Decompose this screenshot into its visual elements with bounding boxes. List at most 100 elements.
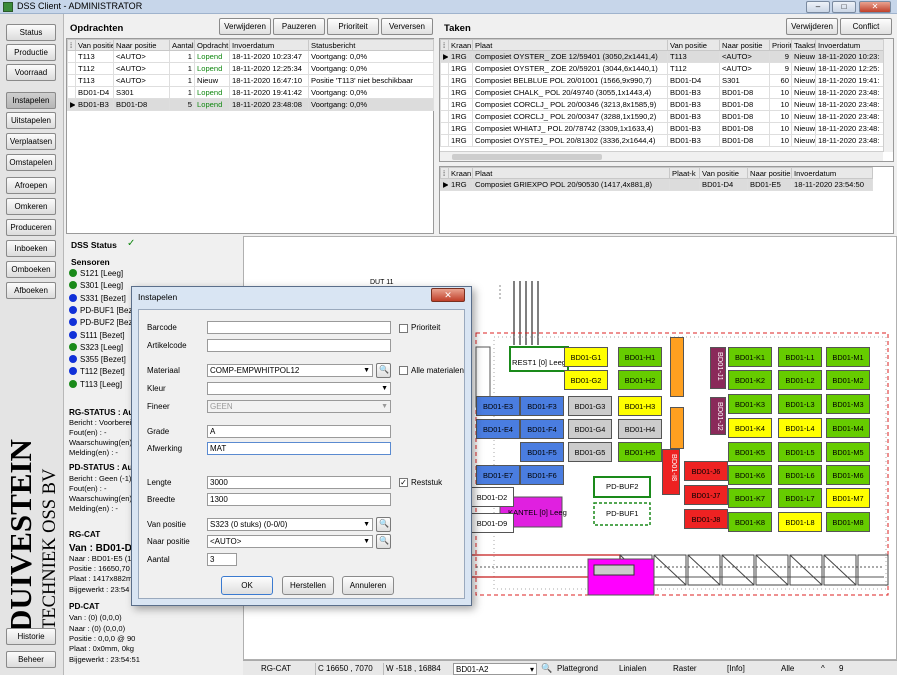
aantal-input[interactable]: 3 — [207, 553, 237, 566]
van-positie-search-button[interactable]: 🔍 — [376, 517, 391, 532]
map-bin[interactable]: BD01-H1 — [618, 347, 662, 367]
alle-toggle[interactable]: Alle — [781, 663, 794, 675]
column-header[interactable]: Plaat — [472, 167, 670, 179]
table-row-selected[interactable]: ▶ 1RG Composiet OYSTER_ ZOE 12/59401 (3050… — [440, 50, 884, 63]
column-header[interactable]: Invoerdatum — [229, 39, 309, 51]
bin-bd01-i8[interactable]: BD01-I8 — [662, 449, 680, 495]
column-header[interactable]: Kraan — [448, 167, 473, 179]
column-header[interactable]: Invoerdatum — [791, 167, 873, 179]
map-bin[interactable]: BD01-H3 — [618, 396, 662, 416]
annuleren-button[interactable]: Annuleren — [342, 576, 394, 595]
plattegrond-toggle[interactable]: Plattegrond — [557, 663, 598, 675]
map-bin[interactable]: BD01-F6 — [520, 465, 564, 485]
table-row[interactable]: 1RG Composiet CHALK_ POL 20/49740 (3055,1… — [440, 86, 884, 99]
bin-rest2b[interactable] — [670, 407, 684, 449]
map-bin[interactable]: BD01-E7 — [476, 465, 520, 485]
map-bin[interactable]: BD01-F4 — [520, 419, 564, 439]
scroll-thumb[interactable] — [452, 154, 602, 160]
table-row[interactable]: 1RG Composiet CORCLJ_ POL 20/00347 (3288,… — [440, 110, 884, 123]
column-header[interactable]: Plaat-k — [669, 167, 700, 179]
column-header[interactable]: Priorit — [769, 39, 792, 51]
bin-bd01-j1[interactable]: BD01-J1 — [710, 347, 726, 389]
column-header[interactable]: Invoerdatum — [815, 39, 884, 51]
materiaal-select[interactable]: COMP-EMPWHITPOL12 ▼ — [207, 364, 373, 377]
linialen-toggle[interactable]: Linialen — [619, 663, 647, 675]
nav-instapelen[interactable]: Instapelen — [6, 92, 56, 109]
naar-positie-select[interactable]: <AUTO> ▼ — [207, 535, 373, 548]
table-row[interactable]: T113 <AUTO> 1 Lopend 18-11-2020 10:23:47 Voor… — [67, 50, 434, 63]
materiaal-search-button[interactable]: 🔍 — [376, 363, 391, 378]
table-row[interactable]: 1RG Composiet BELBLUE POL 20/01001 (1566,… — [440, 74, 884, 87]
map-bin[interactable]: BD01-K2 — [728, 370, 772, 390]
column-header[interactable]: Statusbericht — [308, 39, 434, 51]
column-header[interactable]: Taakst — [791, 39, 816, 51]
info-toggle[interactable]: [Info] — [727, 663, 745, 675]
taken-horizontal-scrollbar[interactable] — [440, 151, 883, 161]
taken-grid[interactable]: ⁞ Kraan Plaat Van positie Naar positie Prior… — [439, 38, 894, 162]
minimize-button[interactable]: – — [806, 1, 830, 13]
kleur-select[interactable]: ▼ — [207, 382, 391, 395]
nav-voorraad[interactable]: Voorraad — [6, 64, 56, 81]
map-bin[interactable]: BD01-M2 — [826, 370, 870, 390]
map-bin[interactable]: BD01-M5 — [826, 442, 870, 462]
nav-afroepen[interactable]: Afroepen — [6, 177, 56, 194]
pauzeren-button[interactable]: Pauzeren — [273, 18, 325, 35]
herstellen-button[interactable]: Herstellen — [282, 576, 334, 595]
map-bin[interactable]: BD01-F3 — [520, 396, 564, 416]
grade-input[interactable]: A — [207, 425, 391, 438]
nav-inboeken[interactable]: Inboeken — [6, 240, 56, 257]
column-header[interactable]: Van positie — [667, 39, 720, 51]
table-row-selected[interactable]: ▶ BD01-B3 BD01-D8 5 Lopend 18-11-2020 23:48:… — [67, 98, 434, 111]
nav-beheer[interactable]: Beheer — [6, 651, 56, 668]
table-row[interactable]: 1RG Composiet OYSTEJ_ POL 20/81302 (3336,… — [440, 134, 884, 147]
map-bin[interactable]: BD01-H5 — [618, 442, 662, 462]
map-bin[interactable]: BD01-H4 — [618, 419, 662, 439]
map-bin[interactable]: BD01-M6 — [826, 465, 870, 485]
map-bin[interactable]: BD01-F5 — [520, 442, 564, 462]
map-bin[interactable]: BD01-G3 — [568, 396, 612, 416]
column-header[interactable]: Kraan — [448, 39, 473, 51]
alle-materialen-checkbox[interactable] — [399, 366, 408, 375]
map-bin[interactable]: BD01-L4 — [778, 418, 822, 438]
afwerking-input[interactable]: MAT — [207, 442, 391, 455]
map-bin[interactable]: BD01-J6 — [684, 461, 728, 481]
breedte-input[interactable]: 1300 — [207, 493, 391, 506]
map-bin[interactable]: BD01-J8 — [684, 509, 728, 529]
map-bin[interactable]: BD01-K8 — [728, 512, 772, 532]
map-bin[interactable]: BD01-E4 — [476, 419, 520, 439]
bin-rest2[interactable] — [670, 337, 684, 397]
search-icon[interactable]: 🔍 — [541, 663, 552, 675]
map-bin[interactable]: BD01-M1 — [826, 347, 870, 367]
map-bin[interactable]: BD01-K7 — [728, 488, 772, 508]
column-header[interactable]: Opdracht — [194, 39, 230, 51]
raster-toggle[interactable]: Raster — [673, 663, 697, 675]
column-header[interactable]: Naar positie — [747, 167, 792, 179]
map-bin[interactable]: BD01-D2 — [470, 487, 514, 507]
van-positie-select[interactable]: S323 (0 stuks) (0-0/0) ▼ — [207, 518, 373, 531]
reststuk-checkbox[interactable]: ✓ — [399, 478, 408, 487]
close-button[interactable]: ✕ — [859, 1, 891, 13]
taken-verwijderen-button[interactable]: Verwijderen — [786, 18, 838, 35]
opdrachten-grid[interactable]: ⁞ Van positie Naar positie Aantal Opdrac… — [66, 38, 434, 234]
nav-omboeken[interactable]: Omboeken — [6, 261, 56, 278]
table-row[interactable]: 1RG Composiet CORCLJ_ POL 20/00346 (3213,… — [440, 98, 884, 111]
map-bin[interactable]: BD01-L1 — [778, 347, 822, 367]
barcode-input[interactable] — [207, 321, 391, 334]
map-bin[interactable]: BD01-L7 — [778, 488, 822, 508]
artikelcode-input[interactable] — [207, 339, 391, 352]
map-bin[interactable]: BD01-K4 — [728, 418, 772, 438]
column-header[interactable]: Naar positie — [719, 39, 770, 51]
map-bin[interactable]: BD01-K1 — [728, 347, 772, 367]
map-bin[interactable]: BD01-D9 — [470, 513, 514, 533]
map-bin[interactable]: BD01-L8 — [778, 512, 822, 532]
nav-verplaatsen[interactable]: Verplaatsen — [6, 133, 56, 150]
dialog-close-button[interactable]: ✕ — [431, 288, 465, 302]
nav-uitstapelen[interactable]: Uitstapelen — [6, 112, 56, 129]
nav-omkeren[interactable]: Omkeren — [6, 198, 56, 215]
nav-afboeken[interactable]: Afboeken — [6, 282, 56, 299]
map-bin[interactable]: BD01-J7 — [684, 485, 728, 505]
prioriteit-checkbox[interactable] — [399, 324, 408, 333]
column-header[interactable]: Naar positie — [113, 39, 170, 51]
map-bin[interactable]: BD01-L2 — [778, 370, 822, 390]
map-bin[interactable]: BD01-E3 — [476, 396, 520, 416]
